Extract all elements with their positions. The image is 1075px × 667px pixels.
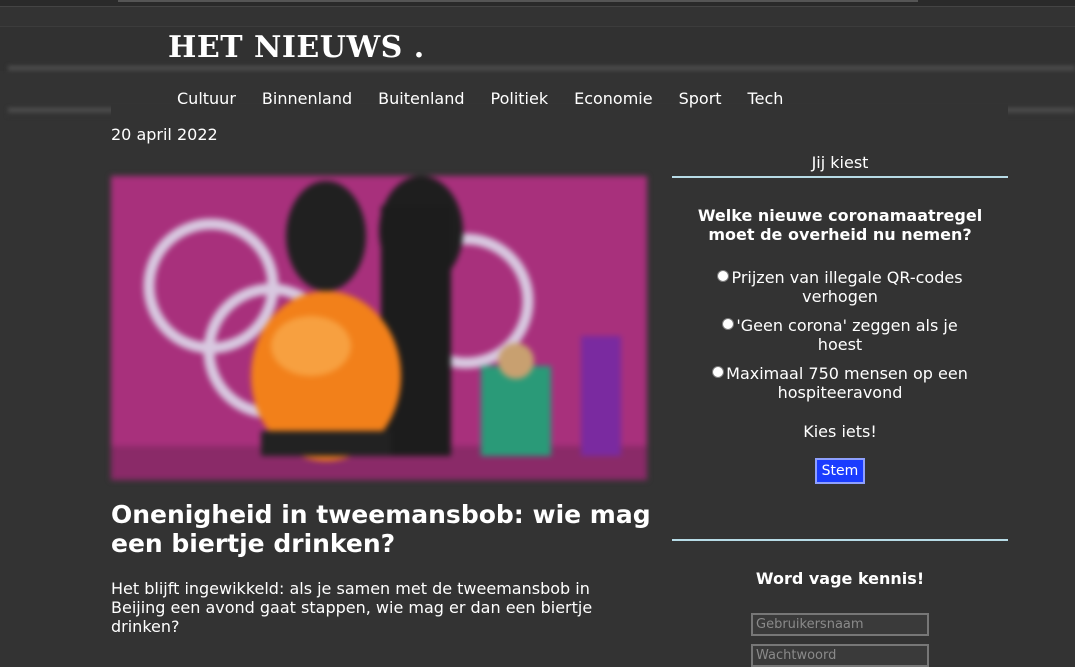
poll-option-label: Prijzen van illegale QR-codes verhogen bbox=[731, 268, 963, 306]
vote-button[interactable]: Stem bbox=[814, 458, 866, 484]
article-photo[interactable] bbox=[111, 176, 647, 480]
login-title: Word vage kennis! bbox=[755, 569, 925, 588]
poll-option-label: 'Geen corona' zeggen als je hoest bbox=[736, 316, 958, 354]
header-band bbox=[0, 26, 1075, 71]
article-headline[interactable]: Onenigheid in tweemansbob: wie mag een b… bbox=[111, 500, 651, 558]
poll-prompt: Kies iets! bbox=[803, 422, 877, 441]
poll-question: Welke nieuwe coronamaatregel moet de ove… bbox=[697, 206, 983, 244]
article-date: 20 april 2022 bbox=[111, 125, 218, 144]
password-field[interactable] bbox=[751, 644, 929, 667]
username-field[interactable] bbox=[751, 613, 929, 636]
nav-item-politiek[interactable]: Politiek bbox=[491, 89, 549, 108]
nav-item-buitenland[interactable]: Buitenland bbox=[378, 89, 464, 108]
browser-top-strip bbox=[0, 0, 1075, 7]
poll-radio[interactable] bbox=[722, 318, 735, 330]
nav-item-binnenland[interactable]: Binnenland bbox=[262, 89, 352, 108]
site-logo[interactable]: HET NIEUWS . bbox=[168, 30, 425, 65]
top-strip-line bbox=[118, 0, 918, 2]
main-nav: Cultuur Binnenland Buitenland Politiek E… bbox=[177, 89, 809, 108]
poll-divider bbox=[672, 176, 1008, 178]
header-shadow bbox=[8, 66, 1075, 74]
poll-option[interactable]: 'Geen corona' zeggen als je hoest bbox=[672, 316, 1008, 354]
article-lead: Het blijft ingewikkeld: als je samen met… bbox=[111, 579, 593, 636]
nav-item-cultuur[interactable]: Cultuur bbox=[177, 89, 236, 108]
sidebar: Jij kiest Welke nieuwe coronamaatregel m… bbox=[672, 150, 1008, 667]
nav-item-tech[interactable]: Tech bbox=[748, 89, 784, 108]
poll-title: Jij kiest bbox=[811, 153, 869, 172]
photo-illustration bbox=[111, 176, 647, 480]
nav-item-sport[interactable]: Sport bbox=[679, 89, 722, 108]
poll-option[interactable]: Maximaal 750 mensen op een hospiteeravon… bbox=[672, 364, 1008, 402]
poll-options: Prijzen van illegale QR-codes verhogen '… bbox=[672, 268, 1008, 402]
poll-option-label: Maximaal 750 mensen op een hospiteeravon… bbox=[726, 364, 968, 402]
poll-option[interactable]: Prijzen van illegale QR-codes verhogen bbox=[672, 268, 1008, 306]
poll-radio[interactable] bbox=[717, 270, 730, 282]
nav-item-economie[interactable]: Economie bbox=[574, 89, 653, 108]
poll-radio[interactable] bbox=[712, 366, 725, 378]
login-divider bbox=[672, 539, 1008, 541]
